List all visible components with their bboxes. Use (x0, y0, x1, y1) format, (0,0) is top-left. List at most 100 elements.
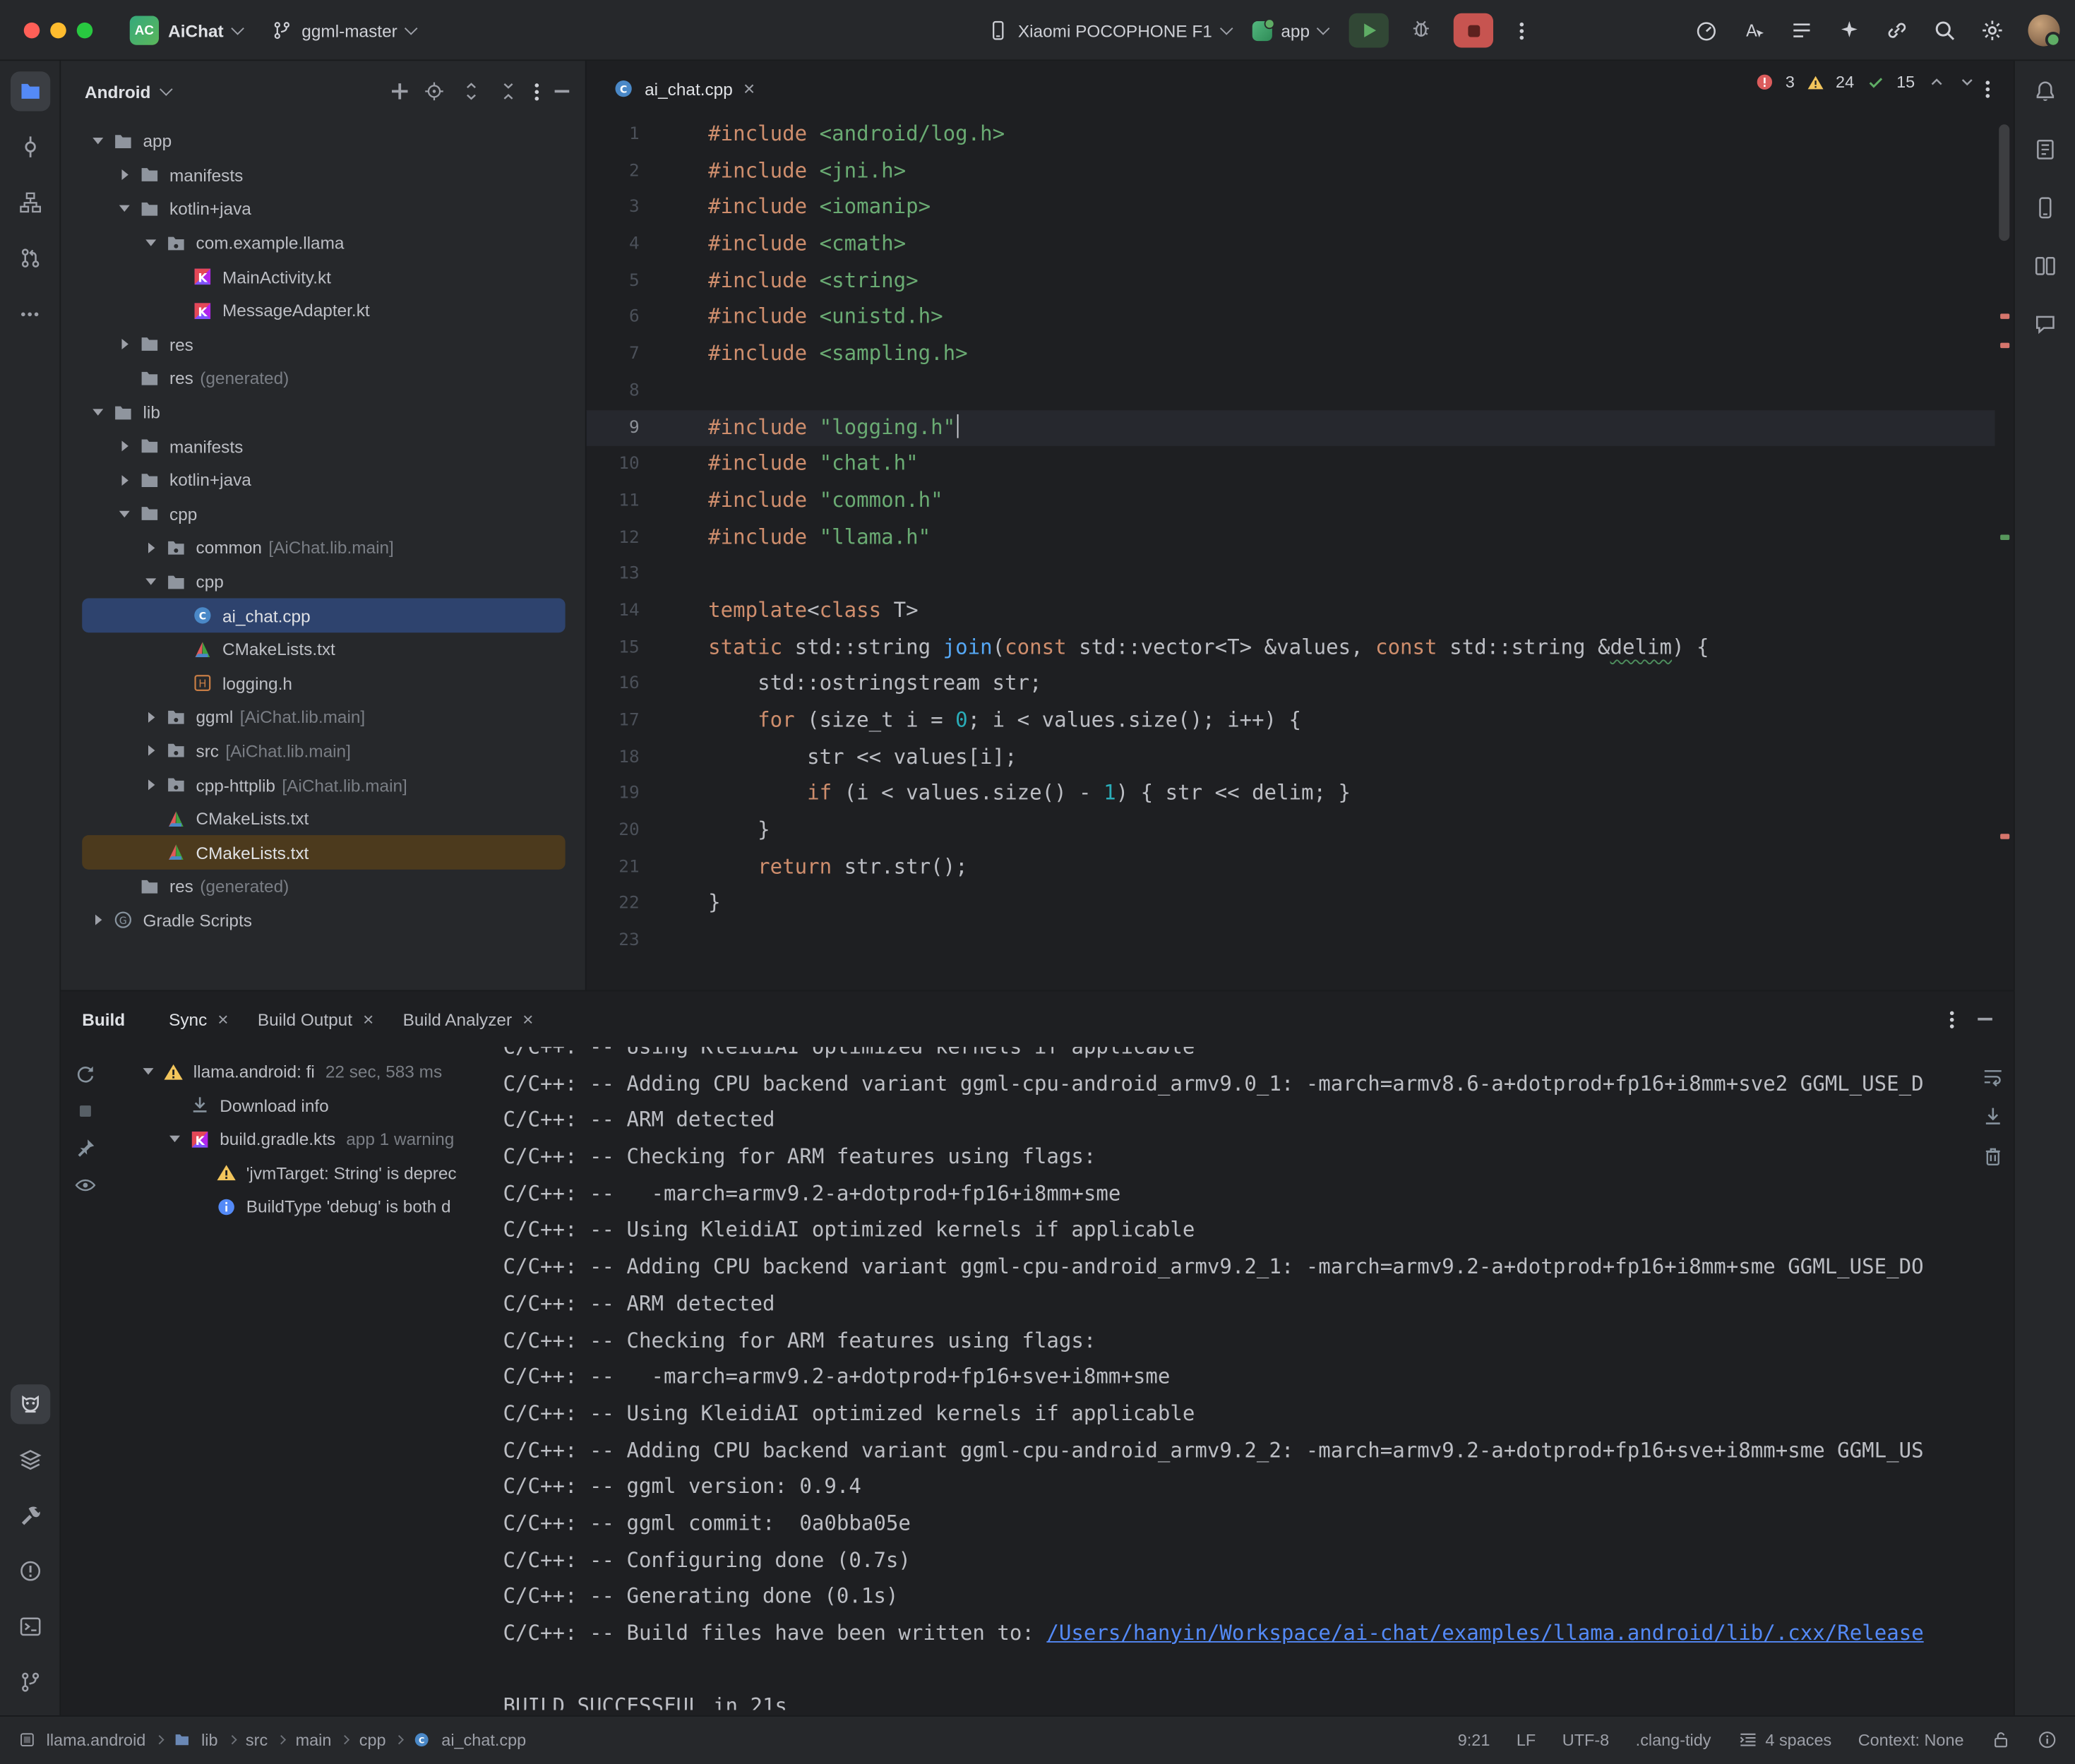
code-line[interactable]: 19 if (i < values.size() - 1) { str << d… (587, 776, 1995, 812)
user-avatar[interactable] (2028, 15, 2059, 47)
commit-tool-button[interactable] (10, 127, 49, 167)
tree-item[interactable]: res(generated) (82, 870, 565, 904)
error-stripe[interactable] (1995, 116, 2013, 990)
chevron-down-icon[interactable] (165, 1129, 186, 1150)
tree-item[interactable]: KMessageAdapter.kt (82, 294, 565, 328)
build-tree-item[interactable]: BuildType 'debug' is both d (138, 1190, 516, 1224)
device-manager-tool-button[interactable] (2025, 188, 2064, 227)
code-line[interactable]: 10#include "chat.h" (587, 446, 1995, 483)
build-output-link[interactable]: /Users/hanyin/Workspace/ai-chat/examples… (1046, 1621, 1923, 1645)
rerun-build-icon[interactable] (74, 1063, 97, 1086)
tree-item[interactable]: common[AiChat.lib.main] (82, 531, 565, 565)
logcat-toolbar-icon[interactable] (1789, 18, 1813, 42)
next-problem-icon[interactable] (1957, 73, 1975, 91)
code-line[interactable]: 5#include <string> (587, 263, 1995, 300)
chevron-right-icon[interactable] (114, 164, 135, 186)
chevron-right-icon[interactable] (140, 707, 162, 728)
tree-item[interactable]: CMakeLists.txt (82, 632, 565, 666)
close-window-button[interactable] (24, 23, 40, 39)
context-widget[interactable]: Context: None (1858, 1731, 1964, 1749)
breadcrumb-item[interactable]: ai_chat.cpp (441, 1731, 526, 1749)
settings-gear-icon[interactable] (1980, 18, 2004, 42)
filter-view-icon[interactable] (74, 1174, 97, 1196)
version-control-tool-button[interactable] (10, 1662, 49, 1702)
project-selector[interactable]: AC AiChat (130, 16, 242, 45)
soft-wrap-icon[interactable] (1981, 1065, 2004, 1088)
breadcrumb-item[interactable]: llama.android (47, 1731, 146, 1749)
editor-tab[interactable]: C ai_chat.cpp × (597, 61, 771, 116)
tree-item[interactable]: cpp (82, 497, 565, 531)
build-tool-button[interactable] (10, 1495, 49, 1535)
editor-options-icon[interactable] (1985, 87, 1990, 91)
tree-item[interactable]: lib (82, 395, 565, 429)
add-icon[interactable] (392, 83, 408, 100)
device-selector[interactable]: Xiaomi POCOPHONE F1 (988, 20, 1231, 41)
project-tool-button[interactable] (10, 71, 49, 111)
stop-button[interactable] (1454, 13, 1493, 48)
stripe-mark[interactable] (1999, 343, 2009, 349)
close-tab-icon[interactable]: × (522, 1009, 533, 1030)
status-info-icon[interactable] (2037, 1730, 2057, 1750)
tree-item[interactable]: com.example.llama (82, 226, 565, 260)
code-line[interactable]: 1#include <android/log.h> (587, 116, 1995, 153)
code-line[interactable]: 21 return str.str(); (587, 849, 1995, 886)
tree-item[interactable]: Hlogging.h (82, 666, 565, 700)
code-line[interactable]: 15static std::string join(const std::vec… (587, 630, 1995, 666)
chevron-down-icon[interactable] (88, 131, 109, 152)
logcat-tool-button[interactable] (10, 1384, 49, 1424)
code-line[interactable]: 23 (587, 923, 1995, 959)
search-everywhere-icon[interactable] (1932, 18, 1956, 42)
build-tree-item[interactable]: Download info (138, 1088, 516, 1122)
expand-all-icon[interactable] (461, 80, 482, 102)
code-line[interactable]: 17 for (size_t i = 0; i < values.size();… (587, 703, 1995, 740)
pull-requests-tool-button[interactable] (10, 239, 49, 278)
code-line[interactable]: 20 } (587, 812, 1995, 849)
breadcrumb-item[interactable]: src (246, 1731, 268, 1749)
device-mirroring-icon[interactable] (1884, 18, 1908, 42)
tree-item[interactable]: manifests (82, 158, 565, 192)
zoom-window-button[interactable] (77, 23, 93, 39)
code-line[interactable]: 12#include "llama.h" (587, 520, 1995, 556)
tree-item[interactable]: GGradle Scripts (82, 904, 565, 937)
notifications-button[interactable] (2025, 71, 2064, 111)
chevron-right-icon[interactable] (114, 334, 135, 355)
chevron-right-icon[interactable] (140, 740, 162, 762)
build-options-icon[interactable] (1949, 1017, 1954, 1021)
indent-selector[interactable]: 4 spaces (1738, 1730, 1831, 1750)
chevron-down-icon[interactable] (138, 1061, 159, 1082)
tree-item[interactable]: Cai_chat.cpp (82, 599, 565, 632)
assistant-tool-button[interactable] (2025, 304, 2064, 344)
breadcrumb-item[interactable]: lib (201, 1731, 217, 1749)
chevron-down-icon[interactable] (88, 402, 109, 423)
project-view-selector[interactable]: Android (85, 81, 171, 101)
build-variants-tool-button[interactable] (10, 1440, 49, 1480)
tree-item[interactable]: CMakeLists.txt (82, 836, 565, 870)
tree-item[interactable]: KMainActivity.kt (82, 260, 565, 294)
code-line[interactable]: 9#include "logging.h" (587, 409, 1995, 446)
code-line[interactable]: 6#include <unistd.h> (587, 300, 1995, 337)
run-button[interactable] (1349, 13, 1389, 48)
collapse-all-icon[interactable] (498, 80, 519, 102)
build-tab-sync[interactable]: Sync× (154, 991, 243, 1047)
scroll-to-end-icon[interactable] (1981, 1105, 2004, 1128)
code-line[interactable]: 7#include <sampling.h> (587, 336, 1995, 373)
close-tab-icon[interactable]: × (363, 1009, 373, 1030)
stripe-mark[interactable] (1999, 313, 2009, 319)
locate-file-icon[interactable] (424, 80, 445, 102)
tree-item[interactable]: res(generated) (82, 361, 565, 395)
profiler-icon[interactable] (1694, 18, 1718, 42)
hide-build-panel-icon[interactable] (1977, 1018, 1992, 1020)
problems-tool-button[interactable] (10, 1551, 49, 1590)
tree-item[interactable]: CMakeLists.txt (82, 802, 565, 836)
encoding-selector[interactable]: UTF-8 (1562, 1731, 1609, 1749)
code-line[interactable]: 22} (587, 886, 1995, 923)
build-tree-item[interactable]: Kbuild.gradle.ktsapp 1 warning (138, 1122, 516, 1156)
chevron-down-icon[interactable] (140, 571, 162, 592)
inspection-widget[interactable]: 3 24 15 (1755, 73, 1976, 91)
tree-item[interactable]: kotlin+java (82, 192, 565, 226)
tree-item[interactable]: res (82, 328, 565, 361)
code-line[interactable]: 16 std::ostringstream str; (587, 666, 1995, 703)
chevron-right-icon[interactable] (140, 537, 162, 558)
gradle-tool-button[interactable] (2025, 130, 2064, 169)
code-line[interactable]: 11#include "common.h" (587, 483, 1995, 520)
